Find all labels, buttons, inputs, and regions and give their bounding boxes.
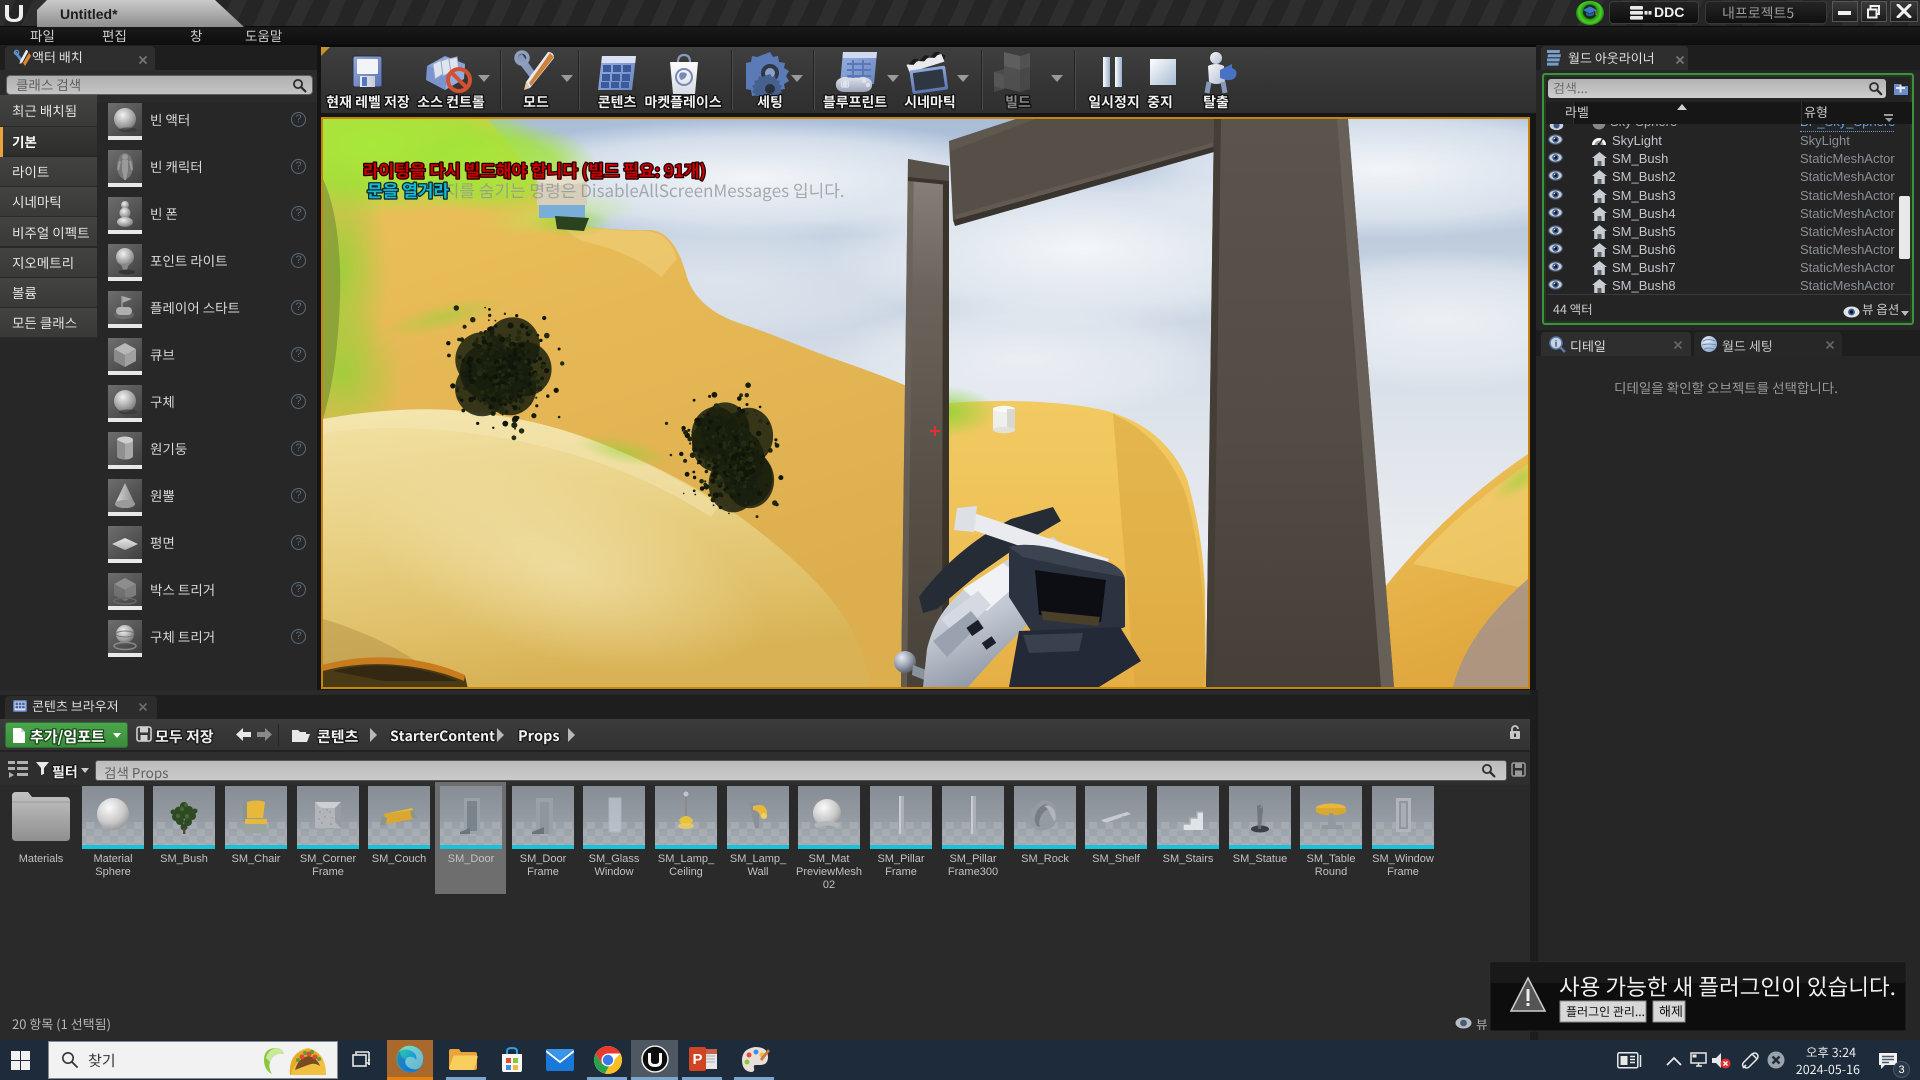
svg-text:P: P	[692, 1051, 702, 1068]
